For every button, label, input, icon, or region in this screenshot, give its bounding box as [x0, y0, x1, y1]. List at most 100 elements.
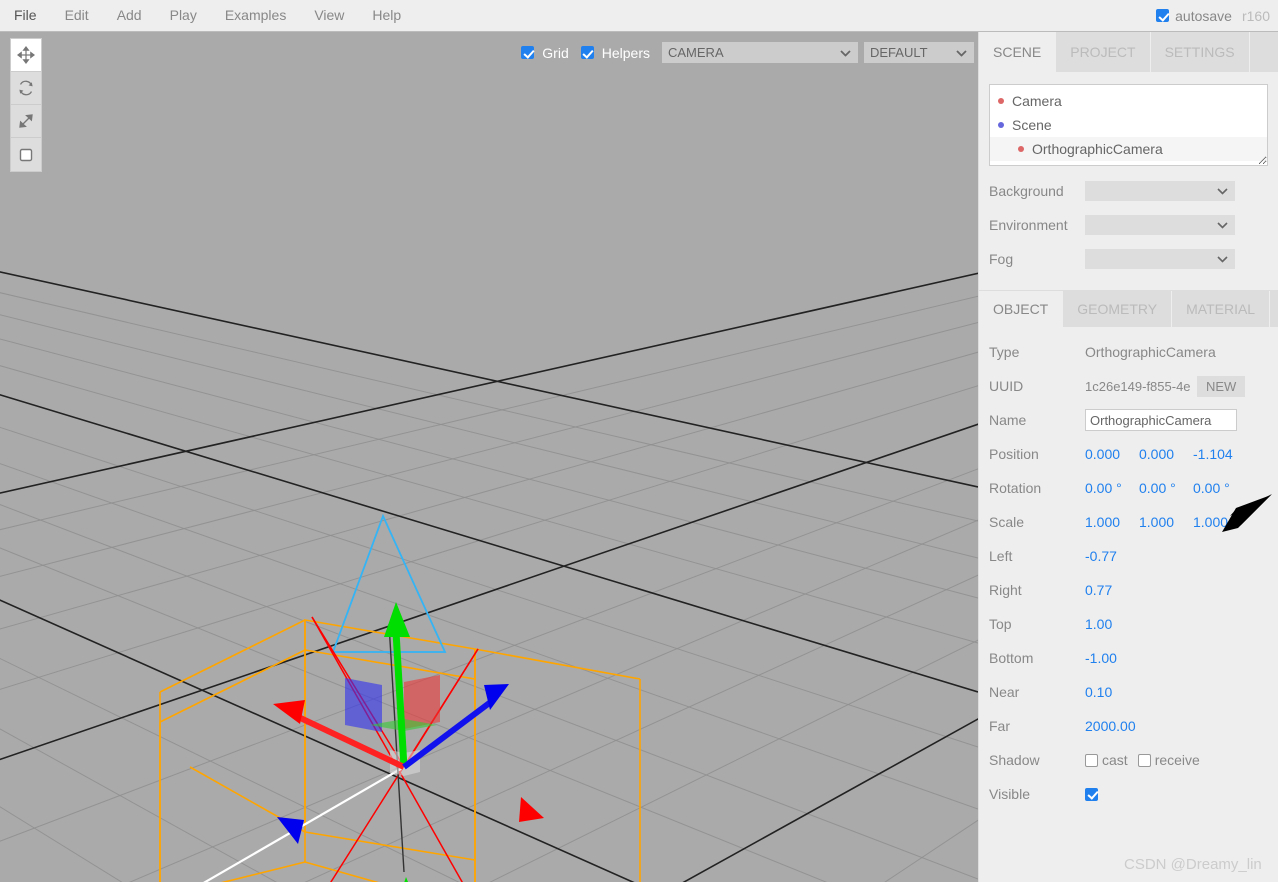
tab-project[interactable]: PROJECT — [1056, 32, 1150, 72]
autosave-checkbox[interactable] — [1156, 9, 1169, 22]
rotate-icon — [17, 79, 35, 97]
fog-select-wrap — [1085, 249, 1235, 269]
bottom-label: Bottom — [989, 650, 1085, 666]
tab-object[interactable]: OBJECT — [979, 291, 1063, 327]
name-label: Name — [989, 412, 1085, 428]
tab-scene[interactable]: SCENE — [979, 32, 1056, 72]
rotation-label: Rotation — [989, 480, 1085, 496]
scene-outliner[interactable]: Camera Scene OrthographicCamera — [989, 84, 1268, 166]
row-background: Background — [979, 174, 1278, 208]
row-right: Right 0.77 — [979, 573, 1278, 607]
viewport-3d[interactable]: Grid Helpers CAMERA DEFAULT — [0, 32, 978, 882]
menu-view[interactable]: View — [300, 0, 358, 31]
position-label: Position — [989, 446, 1085, 462]
fog-select[interactable] — [1085, 249, 1235, 269]
annotation-arrow-icon — [1218, 492, 1274, 534]
background-select[interactable] — [1085, 181, 1235, 201]
position-z-value[interactable]: -1.104 — [1193, 446, 1247, 462]
shading-select[interactable]: DEFAULT — [864, 42, 974, 63]
type-label: Type — [989, 344, 1085, 360]
shading-select-wrap: DEFAULT — [864, 42, 974, 63]
outliner-item-label: OrthographicCamera — [1032, 137, 1163, 161]
space-toggle-button[interactable] — [11, 138, 41, 171]
square-icon — [17, 146, 35, 164]
visible-label: Visible — [989, 786, 1085, 802]
watermark-text: CSDN @Dreamy_lin — [1124, 856, 1262, 873]
tabbar-filler — [1250, 32, 1278, 72]
menu-play[interactable]: Play — [156, 0, 211, 31]
row-uuid: UUID 1c26e149-f855-4e6 NEW — [979, 369, 1278, 403]
menu-edit[interactable]: Edit — [51, 0, 103, 31]
top-value[interactable]: 1.00 — [1085, 616, 1139, 632]
shadow-cast-label: cast — [1102, 752, 1128, 768]
transform-tool-column — [10, 38, 42, 172]
outliner-item-label: Camera — [1012, 89, 1062, 113]
uuid-new-button[interactable]: NEW — [1197, 376, 1245, 397]
visible-checkbox[interactable] — [1085, 788, 1098, 801]
rotation-y-value[interactable]: 0.00 ° — [1139, 480, 1193, 496]
translate-tool-button[interactable] — [11, 39, 41, 72]
shadow-cast-checkbox[interactable] — [1085, 754, 1098, 767]
shadow-label: Shadow — [989, 752, 1085, 768]
menu-help[interactable]: Help — [358, 0, 415, 31]
scale-tool-button[interactable] — [11, 105, 41, 138]
environment-select[interactable] — [1085, 215, 1235, 235]
left-value[interactable]: -0.77 — [1085, 548, 1139, 564]
rotate-tool-button[interactable] — [11, 72, 41, 105]
name-input[interactable] — [1085, 409, 1237, 431]
background-label: Background — [989, 183, 1085, 199]
scene-properties: Background Environment — [979, 174, 1278, 276]
grid-label: Grid — [542, 45, 568, 61]
viewport-canvas[interactable] — [0, 32, 978, 882]
row-visible: Visible — [979, 777, 1278, 811]
object-type-dot-icon — [1018, 146, 1024, 152]
autosave-label: autosave — [1175, 8, 1232, 24]
tab-settings[interactable]: SETTINGS — [1151, 32, 1250, 72]
right-label: Right — [989, 582, 1085, 598]
position-y-value[interactable]: 0.000 — [1139, 446, 1193, 462]
row-bottom: Bottom -1.00 — [979, 641, 1278, 675]
near-value[interactable]: 0.10 — [1085, 684, 1139, 700]
row-fog: Fog — [979, 242, 1278, 276]
outliner-item-scene[interactable]: Scene — [990, 113, 1267, 137]
environment-select-wrap — [1085, 215, 1235, 235]
bottom-value[interactable]: -1.00 — [1085, 650, 1139, 666]
viewport-options-bar: Grid Helpers CAMERA DEFAULT — [521, 42, 974, 63]
menu-examples[interactable]: Examples — [211, 0, 300, 31]
type-value: OrthographicCamera — [1085, 344, 1216, 360]
outliner-item-orthographiccamera[interactable]: OrthographicCamera — [990, 137, 1267, 161]
row-type: Type OrthographicCamera — [979, 335, 1278, 369]
rotation-x-value[interactable]: 0.00 ° — [1085, 480, 1139, 496]
row-position: Position 0.000 0.000 -1.104 — [979, 437, 1278, 471]
scale-y-value[interactable]: 1.000 — [1139, 514, 1193, 530]
camera-select[interactable]: CAMERA — [662, 42, 858, 63]
background-select-wrap — [1085, 181, 1235, 201]
outliner-item-label: Scene — [1012, 113, 1052, 137]
three-editor-app: File Edit Add Play Examples View Help au… — [0, 0, 1278, 882]
far-value[interactable]: 2000.00 — [1085, 718, 1139, 734]
row-near: Near 0.10 — [979, 675, 1278, 709]
object-type-dot-icon — [998, 122, 1004, 128]
object-tabbar-filler — [1270, 291, 1278, 327]
row-left: Left -0.77 — [979, 539, 1278, 573]
row-name: Name — [979, 403, 1278, 437]
row-shadow: Shadow cast receive — [979, 743, 1278, 777]
scale-label: Scale — [989, 514, 1085, 530]
menu-add[interactable]: Add — [103, 0, 156, 31]
right-value[interactable]: 0.77 — [1085, 582, 1139, 598]
position-x-value[interactable]: 0.000 — [1085, 446, 1139, 462]
row-top: Top 1.00 — [979, 607, 1278, 641]
object-type-dot-icon — [998, 98, 1004, 104]
uuid-label: UUID — [989, 378, 1085, 394]
tab-geometry[interactable]: GEOMETRY — [1063, 291, 1172, 327]
menubar: File Edit Add Play Examples View Help au… — [0, 0, 1278, 32]
grid-checkbox[interactable] — [521, 46, 534, 59]
scale-x-value[interactable]: 1.000 — [1085, 514, 1139, 530]
helpers-checkbox[interactable] — [581, 46, 594, 59]
autosave-group: autosave r160 — [1156, 0, 1270, 31]
outliner-item-camera[interactable]: Camera — [990, 89, 1267, 113]
tab-material[interactable]: MATERIAL — [1172, 291, 1270, 327]
near-label: Near — [989, 684, 1085, 700]
menu-file[interactable]: File — [0, 0, 51, 31]
shadow-receive-checkbox[interactable] — [1138, 754, 1151, 767]
